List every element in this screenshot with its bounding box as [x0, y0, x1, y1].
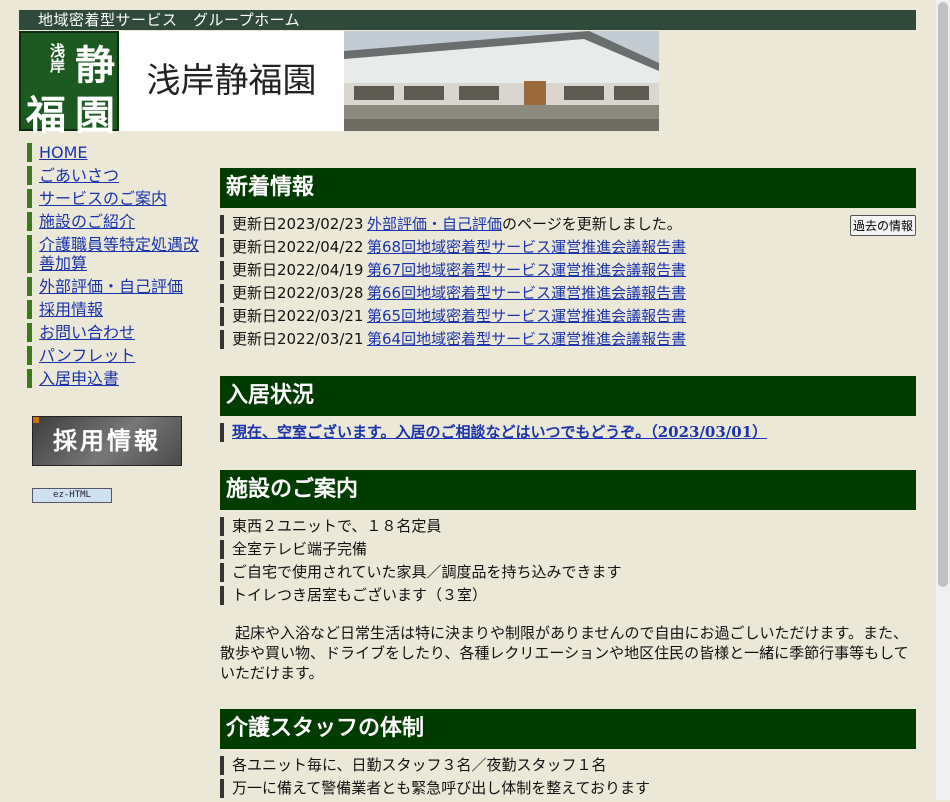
- staff-item: 各ユニット毎に、日勤スタッフ３名／夜勤スタッフ１名: [220, 756, 916, 775]
- news-item: 更新日2022/03/28 第66回地域密着型サービス運営推進会議報告書: [220, 284, 916, 303]
- sidebar-item-services[interactable]: サービスのご案内: [27, 189, 207, 208]
- news-link[interactable]: 第68回地域密着型サービス運営推進会議報告書: [367, 238, 686, 256]
- sidebar-link-application[interactable]: 入居申込書: [39, 369, 119, 388]
- logo-char-4: 園: [75, 92, 115, 139]
- page: 地域密着型サービス グループホーム 浅岸 静 福 園 浅岸静福園: [19, 10, 916, 139]
- sidebar-link-treatment-allowance[interactable]: 介護職員等特定処遇改善加算: [39, 235, 199, 273]
- news-date: 更新日2022/03/21: [232, 307, 364, 325]
- news-item: 更新日2022/04/19 第67回地域密着型サービス運営推進会議報告書: [220, 261, 916, 280]
- sidebar-link-facility[interactable]: 施設のご紹介: [39, 212, 135, 231]
- facility-description: 起床や入浴など日常生活は特に決まりや制限がありませんので自由にお過ごしいただけま…: [220, 624, 909, 682]
- ez-html-badge[interactable]: ez-HTML: [32, 488, 112, 503]
- news-date: 更新日2022/04/22: [232, 238, 364, 256]
- recruit-banner[interactable]: 採用情報: [32, 416, 182, 466]
- logo-char-3: 福: [26, 92, 66, 139]
- news-date: 更新日2022/04/19: [232, 261, 364, 279]
- facility-photo: [344, 31, 659, 131]
- sidebar-link-greeting[interactable]: ごあいさつ: [39, 166, 119, 185]
- facility-item: ご自宅で使用されていた家具／調度品を持ち込みできます: [220, 563, 916, 582]
- facility-item: 全室テレビ端子完備: [220, 540, 916, 559]
- sidebar-nav: HOME ごあいさつ サービスのご案内 施設のご紹介 介護職員等特定処遇改善加算…: [27, 143, 207, 503]
- sidebar-link-home[interactable]: HOME: [39, 143, 88, 162]
- news-date: 更新日2022/03/28: [232, 284, 364, 302]
- news-link[interactable]: 第65回地域密着型サービス運営推進会議報告書: [367, 307, 686, 325]
- news-item: 更新日2022/04/22 第68回地域密着型サービス運営推進会議報告書: [220, 238, 916, 257]
- sidebar-item-contact[interactable]: お問い合わせ: [27, 323, 207, 342]
- logo-char-1: 浅岸: [48, 43, 66, 73]
- news-date: 更新日2022/03/21: [232, 330, 364, 348]
- news-link[interactable]: 第64回地域密着型サービス運営推進会議報告書: [367, 330, 686, 348]
- sidebar-item-greeting[interactable]: ごあいさつ: [27, 166, 207, 185]
- news-item: 更新日2022/03/21 第65回地域密着型サービス運営推進会議報告書: [220, 307, 916, 326]
- occupancy-link[interactable]: 現在、空室ございます。入居のご相談などはいつでもどうぞ。（2023/03/01）: [232, 423, 767, 441]
- site-logo[interactable]: 浅岸 静 福 園: [19, 31, 119, 139]
- facility-item: トイレつき居室もございます（３室）: [220, 586, 916, 605]
- news-suffix: のページを更新しました。: [502, 215, 682, 233]
- sidebar-item-home[interactable]: HOME: [27, 143, 207, 162]
- occupancy-heading: 入居状況: [220, 376, 916, 416]
- staff-heading: 介護スタッフの体制: [220, 709, 916, 749]
- sidebar-item-application[interactable]: 入居申込書: [27, 369, 207, 388]
- scrollbar-thumb[interactable]: [938, 2, 948, 587]
- news-link[interactable]: 第67回地域密着型サービス運営推進会議報告書: [367, 261, 686, 279]
- news-item: 更新日2023/02/23 外部評価・自己評価のページを更新しました。 過去の情報: [220, 215, 916, 236]
- sidebar-item-pamphlet[interactable]: パンフレット: [27, 346, 207, 365]
- occupancy-status: 現在、空室ございます。入居のご相談などはいつでもどうぞ。（2023/03/01）: [220, 423, 916, 442]
- sidebar-item-evaluation[interactable]: 外部評価・自己評価: [27, 277, 207, 296]
- facility-item: 東西２ユニットで、１８名定員: [220, 517, 916, 536]
- facility-heading: 施設のご案内: [220, 470, 916, 510]
- news-heading: 新着情報: [220, 168, 916, 208]
- vertical-scrollbar[interactable]: [936, 0, 950, 800]
- news-date: 更新日2023/02/23: [232, 215, 364, 233]
- news-link[interactable]: 第66回地域密着型サービス運営推進会議報告書: [367, 284, 686, 302]
- past-news-button[interactable]: 過去の情報: [849, 215, 916, 236]
- sidebar-link-evaluation[interactable]: 外部評価・自己評価: [39, 277, 183, 296]
- sidebar-link-services[interactable]: サービスのご案内: [39, 189, 167, 208]
- sidebar-item-treatment-allowance[interactable]: 介護職員等特定処遇改善加算: [27, 235, 207, 273]
- news-link[interactable]: 外部評価・自己評価: [367, 215, 502, 233]
- site-title: 浅岸静福園: [119, 31, 344, 131]
- sidebar-link-recruit[interactable]: 採用情報: [39, 300, 103, 319]
- sidebar-link-contact[interactable]: お問い合わせ: [39, 323, 135, 342]
- sidebar-item-facility[interactable]: 施設のご紹介: [27, 212, 207, 231]
- news-item: 更新日2022/03/21 第64回地域密着型サービス運営推進会議報告書: [220, 330, 916, 349]
- main-content: 新着情報 更新日2023/02/23 外部評価・自己評価のページを更新しました。 …: [220, 168, 916, 802]
- staff-item: 万一に備えて警備業者とも緊急呼び出し体制を整えております: [220, 779, 916, 798]
- sidebar-item-recruit[interactable]: 採用情報: [27, 300, 207, 319]
- sidebar-link-pamphlet[interactable]: パンフレット: [39, 346, 135, 365]
- site-category-bar: 地域密着型サービス グループホーム: [19, 10, 916, 30]
- site-header: 浅岸 静 福 園 浅岸静福園: [19, 31, 916, 139]
